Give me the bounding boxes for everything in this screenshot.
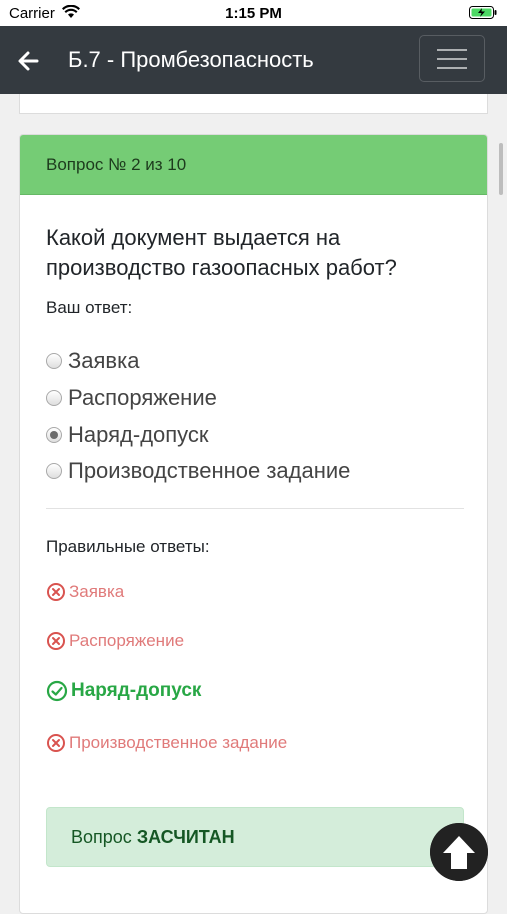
answer-option[interactable]: Распоряжение (46, 383, 217, 413)
your-answer-label: Ваш ответ: (46, 298, 133, 317)
radio-button-checked[interactable] (46, 427, 62, 443)
answer-option-label: Производственное задание (68, 458, 351, 483)
result-label: Заявка (69, 582, 125, 601)
hamburger-menu-icon (437, 49, 467, 51)
answer-option-label: Наряд-допуск (68, 422, 209, 447)
result-item-correct: Наряд-допуск (46, 680, 201, 702)
battery-charging-icon (469, 6, 497, 19)
scroll-to-top-button[interactable] (430, 823, 488, 881)
alert-prefix: Вопрос (71, 827, 132, 847)
answer-option-label: Распоряжение (68, 385, 217, 410)
result-label: Наряд-допуск (71, 680, 202, 701)
result-label: Распоряжение (69, 631, 185, 650)
result-item-wrong: Распоряжение (46, 631, 184, 651)
clock: 1:15 PM (225, 5, 282, 22)
radio-button[interactable] (46, 353, 62, 369)
question-number-header: Вопрос № 2 из 10 (20, 135, 487, 195)
result-alert: Вопрос ЗАСЧИТАН (46, 807, 464, 867)
answer-option-selected[interactable]: Наряд-допуск (46, 420, 209, 450)
radio-button[interactable] (46, 463, 62, 479)
answer-option[interactable]: Заявка (46, 346, 139, 376)
question-text: Какой документ выдается на производство … (46, 225, 397, 280)
arrow-left-icon[interactable] (16, 48, 44, 74)
status-bar: Carrier 1:15 PM (0, 0, 507, 26)
result-label: Производственное задание (69, 733, 288, 752)
check-circle-icon (46, 680, 68, 702)
result-item-wrong: Производственное задание (46, 733, 287, 753)
x-circle-icon (47, 632, 65, 650)
previous-card-bottom (19, 94, 488, 114)
scrollbar-thumb[interactable] (499, 143, 503, 195)
hamburger-menu-button[interactable] (419, 35, 485, 82)
question-card: Вопрос № 2 из 10 Какой документ выдается… (19, 134, 488, 914)
x-circle-icon (47, 734, 65, 752)
x-circle-icon (47, 583, 65, 601)
divider (46, 508, 464, 509)
app-navbar: Б.7 - Промбезопасность (0, 26, 507, 94)
radio-button[interactable] (46, 390, 62, 406)
correct-answers-heading: Правильные ответы: (46, 537, 210, 556)
answer-option-label: Заявка (68, 348, 140, 373)
answer-option[interactable]: Производственное задание (46, 456, 350, 486)
result-item-wrong: Заявка (46, 582, 124, 602)
page-title: Б.7 - Промбезопасность (68, 47, 314, 72)
alert-status: ЗАСЧИТАН (136, 827, 235, 847)
